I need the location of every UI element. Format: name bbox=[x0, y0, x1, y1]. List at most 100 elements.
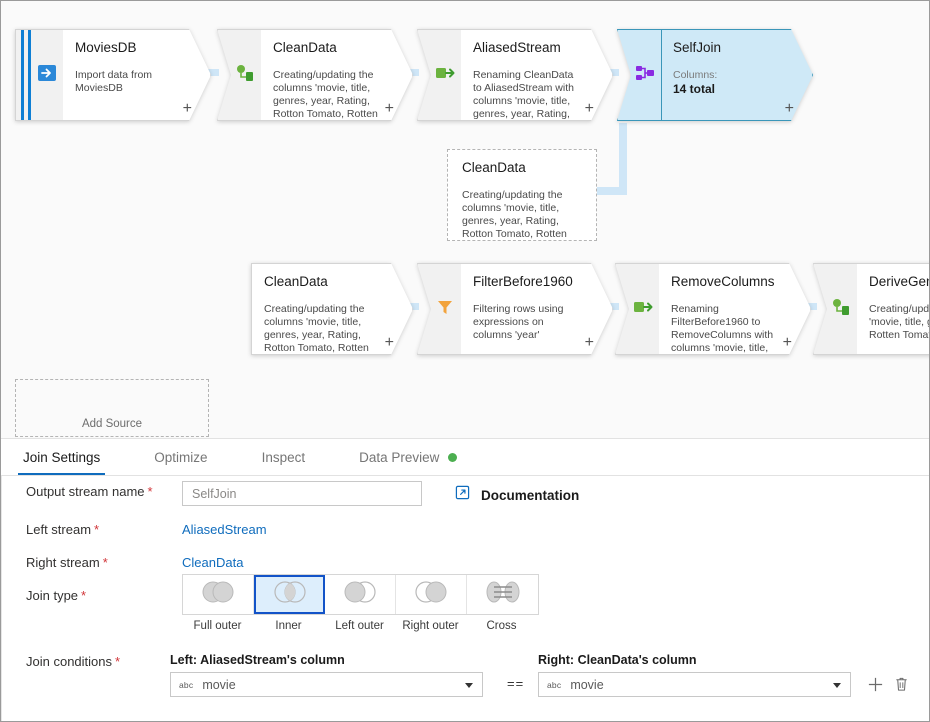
node-description: Creating/updating the columns 'movie, ti… bbox=[273, 69, 382, 121]
join-condition-right-header: Right: CleanData's column bbox=[538, 653, 697, 667]
node-columns-label: Columns: bbox=[673, 69, 782, 82]
required-marker: * bbox=[94, 522, 99, 537]
node-title: DeriveGenre bbox=[869, 274, 930, 290]
documentation-link[interactable]: Documentation bbox=[455, 485, 579, 505]
node-title: RemoveColumns bbox=[671, 274, 780, 290]
tab-label: Optimize bbox=[154, 450, 207, 465]
venn-inner-icon bbox=[267, 580, 313, 609]
add-source-placeholder[interactable]: Add Source bbox=[15, 379, 209, 437]
join-type-option-left-outer[interactable] bbox=[325, 575, 396, 614]
node-title: FilterBefore1960 bbox=[473, 274, 582, 290]
tab-label: Data Preview bbox=[359, 450, 439, 465]
row-join-conditions: Join conditions * bbox=[26, 654, 120, 669]
node-title: MoviesDB bbox=[75, 40, 180, 56]
join-condition-left-column-select[interactable]: abc movie bbox=[170, 672, 483, 697]
right-stream-label: Right stream bbox=[26, 555, 100, 570]
add-next-transform-button[interactable]: + bbox=[585, 336, 594, 350]
node-cleandata-2[interactable]: CleanData Creating/updating the columns … bbox=[251, 263, 413, 355]
node-icon-wrap bbox=[15, 29, 63, 121]
derived-column-icon bbox=[830, 297, 852, 322]
add-next-transform-button[interactable]: + bbox=[183, 102, 192, 116]
left-stream-label: Left stream bbox=[26, 522, 91, 537]
required-marker: * bbox=[148, 484, 153, 499]
documentation-label: Documentation bbox=[481, 488, 579, 503]
tab-data-preview[interactable]: Data Preview bbox=[351, 439, 465, 475]
node-icon-wrap bbox=[615, 263, 659, 355]
add-next-transform-button[interactable]: + bbox=[585, 102, 594, 116]
select-icon bbox=[434, 64, 456, 87]
node-icon-wrap bbox=[813, 263, 857, 355]
selected-column-value: movie bbox=[202, 678, 235, 692]
output-stream-name-input[interactable] bbox=[182, 481, 422, 506]
add-next-transform-button[interactable]: + bbox=[385, 102, 394, 116]
join-type-option-cross[interactable] bbox=[467, 575, 538, 614]
venn-left-outer-icon bbox=[337, 580, 383, 609]
add-next-transform-button[interactable]: + bbox=[785, 102, 794, 116]
add-join-condition-button[interactable] bbox=[865, 674, 885, 694]
add-next-transform-button[interactable]: + bbox=[783, 336, 792, 350]
node-description: Renaming FilterBefore1960 to RemoveColum… bbox=[671, 303, 780, 355]
row-output-stream-name: Output stream name * bbox=[26, 484, 153, 499]
join-type-label-right-outer: Right outer bbox=[395, 620, 466, 632]
external-link-icon bbox=[455, 485, 470, 505]
required-marker: * bbox=[115, 654, 120, 669]
column-type-tag: abc bbox=[547, 680, 561, 690]
tab-inspect[interactable]: Inspect bbox=[254, 439, 314, 475]
node-description: Creating/updating the columns 'movie, ti… bbox=[264, 303, 382, 355]
right-stream-value-link[interactable]: CleanData bbox=[182, 555, 243, 570]
connector-selfjoin-down bbox=[619, 123, 627, 195]
node-cleandata-1[interactable]: CleanData Creating/updating the columns … bbox=[217, 29, 413, 121]
node-title: AliasedStream bbox=[473, 40, 582, 56]
derived-column-icon bbox=[234, 63, 256, 88]
node-description: Renaming CleanData to AliasedStream with… bbox=[473, 69, 582, 121]
required-marker: * bbox=[81, 588, 86, 603]
select-icon bbox=[632, 298, 654, 321]
node-icon-wrap bbox=[217, 29, 261, 121]
filter-icon bbox=[435, 297, 455, 322]
source-import-icon bbox=[37, 63, 57, 88]
node-title: CleanData bbox=[264, 274, 382, 290]
node-removecolumns[interactable]: RemoveColumns Renaming FilterBefore1960 … bbox=[615, 263, 811, 355]
row-join-type: Join type * bbox=[26, 588, 86, 603]
node-cleandata-ghost-reference[interactable]: CleanData Creating/updating the columns … bbox=[447, 149, 597, 241]
node-aliasedstream[interactable]: AliasedStream Renaming CleanData to Alia… bbox=[417, 29, 613, 121]
tab-label: Inspect bbox=[262, 450, 306, 465]
join-type-option-full-outer[interactable] bbox=[183, 575, 254, 614]
join-condition-operator: == bbox=[507, 676, 524, 691]
row-left-stream: Left stream * bbox=[26, 522, 99, 537]
settings-tabstrip: Join Settings Optimize Inspect Data Prev… bbox=[1, 438, 930, 476]
selected-column-value: movie bbox=[570, 678, 603, 692]
node-columns-value: 14 total bbox=[673, 82, 782, 97]
join-type-option-right-outer[interactable] bbox=[396, 575, 467, 614]
venn-full-outer-icon bbox=[195, 580, 241, 609]
node-description: Import data from MoviesDB bbox=[75, 69, 180, 95]
chevron-down-icon[interactable] bbox=[833, 683, 841, 688]
connector-selfjoin-to-ghost bbox=[593, 187, 627, 195]
venn-cross-icon bbox=[480, 580, 526, 609]
tab-join-settings[interactable]: Join Settings bbox=[15, 439, 108, 475]
venn-right-outer-icon bbox=[408, 580, 454, 609]
join-condition-right-column-select[interactable]: abc movie bbox=[538, 672, 851, 697]
join-type-label-inner: Inner bbox=[253, 620, 324, 632]
join-settings-panel: Output stream name * Documentation Left … bbox=[1, 476, 930, 722]
node-selfjoin[interactable]: SelfJoin Columns: 14 total + bbox=[617, 29, 813, 121]
left-stream-value-link[interactable]: AliasedStream bbox=[182, 522, 267, 537]
join-type-labels: Full outer Inner Left outer Right outer … bbox=[182, 620, 539, 632]
node-description: Filtering rows using expressions on colu… bbox=[473, 303, 582, 342]
node-moviesdb[interactable]: MoviesDB Import data from MoviesDB + bbox=[15, 29, 211, 121]
add-next-transform-button[interactable]: + bbox=[385, 336, 394, 350]
tab-optimize[interactable]: Optimize bbox=[146, 439, 215, 475]
chevron-down-icon[interactable] bbox=[465, 683, 473, 688]
node-description: Creating/updating the columns 'movie, ti… bbox=[462, 189, 578, 241]
join-icon bbox=[634, 63, 656, 88]
node-filterbefore1960[interactable]: FilterBefore1960 Filtering rows using ex… bbox=[417, 263, 613, 355]
delete-join-condition-button[interactable] bbox=[891, 674, 911, 694]
node-icon-wrap bbox=[617, 29, 661, 121]
data-flow-editor: MoviesDB Import data from MoviesDB + bbox=[0, 0, 930, 722]
row-right-stream: Right stream * bbox=[26, 555, 108, 570]
node-title: CleanData bbox=[273, 40, 382, 56]
join-type-option-inner[interactable] bbox=[254, 575, 325, 614]
data-preview-status-dot bbox=[448, 453, 457, 462]
data-flow-canvas[interactable]: MoviesDB Import data from MoviesDB + bbox=[1, 1, 930, 438]
node-derivegenre[interactable]: DeriveGenre Creating/updating 'movie, ti… bbox=[813, 263, 930, 355]
